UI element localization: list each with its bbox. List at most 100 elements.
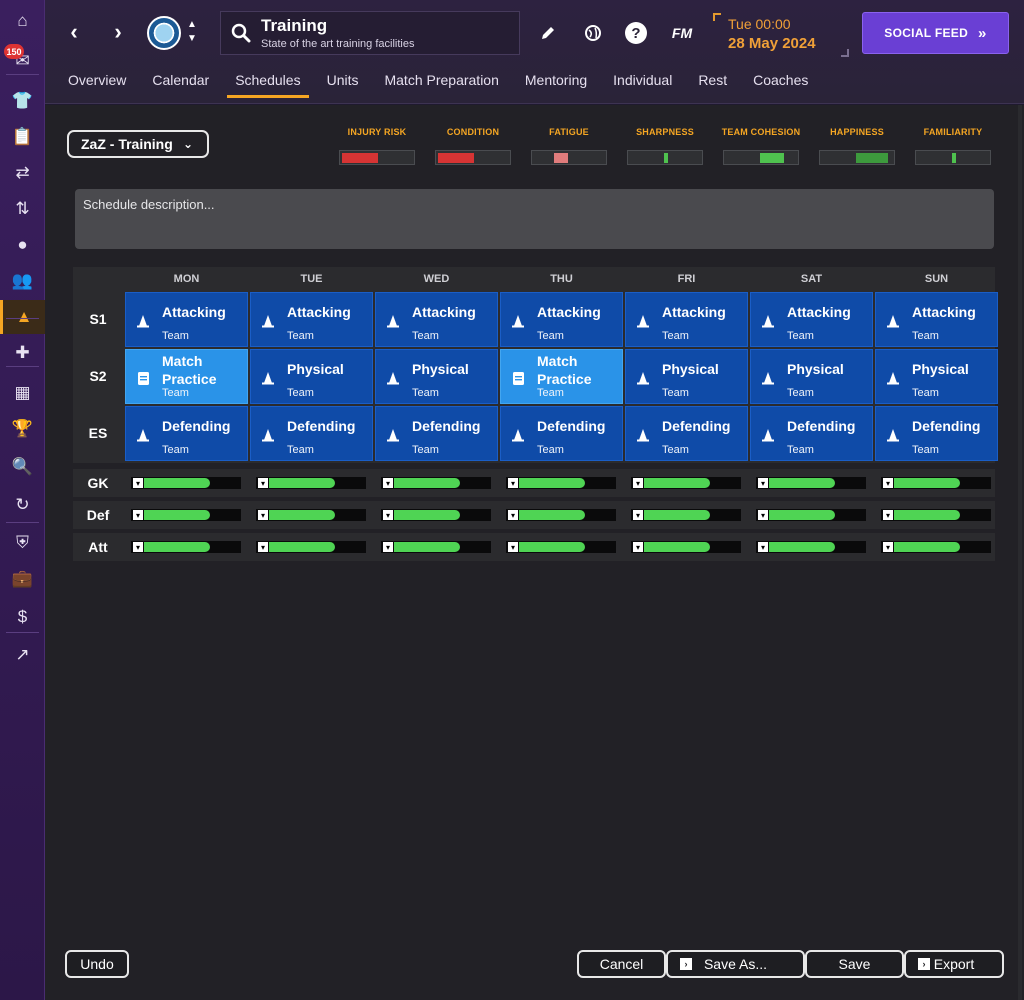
session-cell[interactable]: Attacking Team <box>500 292 623 347</box>
load-bar[interactable]: ▾ <box>631 477 741 489</box>
globe-icon[interactable] <box>582 22 604 44</box>
back-arrow-icon[interactable]: ‹ <box>62 19 86 44</box>
save-as-button[interactable]: › Save As... <box>666 950 805 978</box>
load-bar[interactable]: ▾ <box>381 541 491 553</box>
session-cell[interactable]: Defending Team <box>125 406 248 461</box>
load-bar[interactable]: ▾ <box>131 509 241 521</box>
session-cell[interactable]: Attacking Team <box>750 292 873 347</box>
session-cell[interactable]: Match Practice Team <box>125 349 248 404</box>
club-crest-icon[interactable] <box>147 16 181 50</box>
session-cell[interactable]: Defending Team <box>250 406 373 461</box>
schedule-dropdown[interactable]: ZaZ - Training ⌄ <box>67 130 209 158</box>
schedule-description-input[interactable]: Schedule description... <box>75 189 994 249</box>
session-cell[interactable]: Match Practice Team <box>500 349 623 404</box>
load-bar[interactable]: ▾ <box>756 477 866 489</box>
social-feed-button[interactable]: SOCIAL FEED » <box>862 12 1009 54</box>
meter-bar[interactable] <box>915 150 991 165</box>
session-subtitle: Team <box>537 387 564 399</box>
cancel-button[interactable]: Cancel <box>577 950 666 978</box>
dynamics-icon[interactable]: ⇅ <box>0 192 45 226</box>
competitions-icon[interactable]: 🏆 <box>0 412 45 446</box>
load-bar[interactable]: ▾ <box>756 541 866 553</box>
tab-calendar[interactable]: Calendar <box>141 68 220 98</box>
club-icon[interactable]: ⛨ <box>0 526 45 560</box>
load-bar[interactable]: ▾ <box>256 541 366 553</box>
tab-schedules[interactable]: Schedules <box>224 68 311 98</box>
load-bar[interactable]: ▾ <box>506 541 616 553</box>
meter-bar[interactable] <box>819 150 895 165</box>
meter-bar[interactable] <box>435 150 511 165</box>
load-bar[interactable]: ▾ <box>631 541 741 553</box>
medical-icon[interactable]: ✚ <box>0 336 45 370</box>
tab-mentoring[interactable]: Mentoring <box>514 68 598 98</box>
export-button[interactable]: › Export <box>904 950 1004 978</box>
load-bar[interactable]: ▾ <box>881 509 991 521</box>
load-bar[interactable]: ▾ <box>881 477 991 489</box>
meter-bar[interactable] <box>339 150 415 165</box>
squad-icon[interactable]: 👕 <box>0 84 45 118</box>
session-cell[interactable]: Physical Team <box>750 349 873 404</box>
development-icon[interactable]: ↗ <box>0 638 45 672</box>
transfers-icon[interactable]: ⇄ <box>0 156 45 190</box>
undo-button[interactable]: Undo <box>65 950 129 978</box>
tab-match-preparation[interactable]: Match Preparation <box>373 68 509 98</box>
schedule-icon[interactable]: ▦ <box>0 376 45 410</box>
load-bar[interactable]: ▾ <box>256 477 366 489</box>
social-feed-label: SOCIAL FEED <box>884 26 969 40</box>
session-cell[interactable]: Defending Team <box>875 406 998 461</box>
session-title: Physical <box>787 361 844 377</box>
scrollbar[interactable] <box>1018 105 1022 1000</box>
search-box[interactable]: Training State of the art training facil… <box>220 11 520 55</box>
refresh-icon[interactable]: ↻ <box>0 488 45 522</box>
session-cell[interactable]: Physical Team <box>250 349 373 404</box>
club-switch-icon[interactable]: ▲ ▼ <box>185 18 199 46</box>
load-bar[interactable]: ▾ <box>506 477 616 489</box>
session-cell[interactable]: Physical Team <box>375 349 498 404</box>
training-icon[interactable]: ▲ <box>0 300 45 334</box>
tab-rest[interactable]: Rest <box>687 68 738 98</box>
session-cell[interactable]: Attacking Team <box>375 292 498 347</box>
tactics-icon[interactable]: 📋 <box>0 120 45 154</box>
load-bar[interactable]: ▾ <box>131 541 241 553</box>
meter-bar[interactable] <box>723 150 799 165</box>
game-date[interactable]: Tue 00:00 28 May 2024 <box>713 13 849 57</box>
load-fill <box>894 478 960 488</box>
tab-individual[interactable]: Individual <box>602 68 683 98</box>
session-cell[interactable]: Defending Team <box>500 406 623 461</box>
meter-bar[interactable] <box>531 150 607 165</box>
session-cell[interactable]: Attacking Team <box>625 292 748 347</box>
edit-pencil-icon[interactable] <box>537 22 559 44</box>
load-bar[interactable]: ▾ <box>131 477 241 489</box>
scouting-icon[interactable]: 🔍 <box>0 450 45 484</box>
tab-overview[interactable]: Overview <box>57 68 137 98</box>
session-cell[interactable]: Attacking Team <box>875 292 998 347</box>
sidebar: 150 ⌂ ✉ 👕 📋 ⇄ ⇅ ● 👥 ▲ ✚ ▦ 🏆 🔍 ↻ ⛨ 💼 $ ↗ <box>0 0 45 1000</box>
load-bar[interactable]: ▾ <box>381 477 491 489</box>
session-cell[interactable]: Physical Team <box>625 349 748 404</box>
briefcase-icon[interactable]: 💼 <box>0 562 45 596</box>
fm-logo[interactable]: FM <box>667 22 697 44</box>
tab-units[interactable]: Units <box>316 68 370 98</box>
load-bar[interactable]: ▾ <box>631 509 741 521</box>
load-bar[interactable]: ▾ <box>881 541 991 553</box>
ball-icon[interactable]: ● <box>0 228 45 262</box>
session-cell[interactable]: Attacking Team <box>250 292 373 347</box>
save-button[interactable]: Save <box>805 950 904 978</box>
session-cell[interactable]: Defending Team <box>375 406 498 461</box>
session-cell[interactable]: Defending Team <box>750 406 873 461</box>
session-cell[interactable]: Attacking Team <box>125 292 248 347</box>
home-icon[interactable]: ⌂ <box>0 4 45 38</box>
meter-bar[interactable] <box>627 150 703 165</box>
load-bar[interactable]: ▾ <box>756 509 866 521</box>
load-bar[interactable]: ▾ <box>506 509 616 521</box>
cone-icon <box>761 428 775 442</box>
help-icon[interactable]: ? <box>625 22 647 44</box>
session-cell[interactable]: Defending Team <box>625 406 748 461</box>
load-bar[interactable]: ▾ <box>256 509 366 521</box>
forward-arrow-icon[interactable]: › <box>106 19 130 44</box>
session-cell[interactable]: Physical Team <box>875 349 998 404</box>
tab-coaches[interactable]: Coaches <box>742 68 819 98</box>
finances-icon[interactable]: $ <box>0 600 45 634</box>
staff-icon[interactable]: 👥 <box>0 264 45 298</box>
load-bar[interactable]: ▾ <box>381 509 491 521</box>
